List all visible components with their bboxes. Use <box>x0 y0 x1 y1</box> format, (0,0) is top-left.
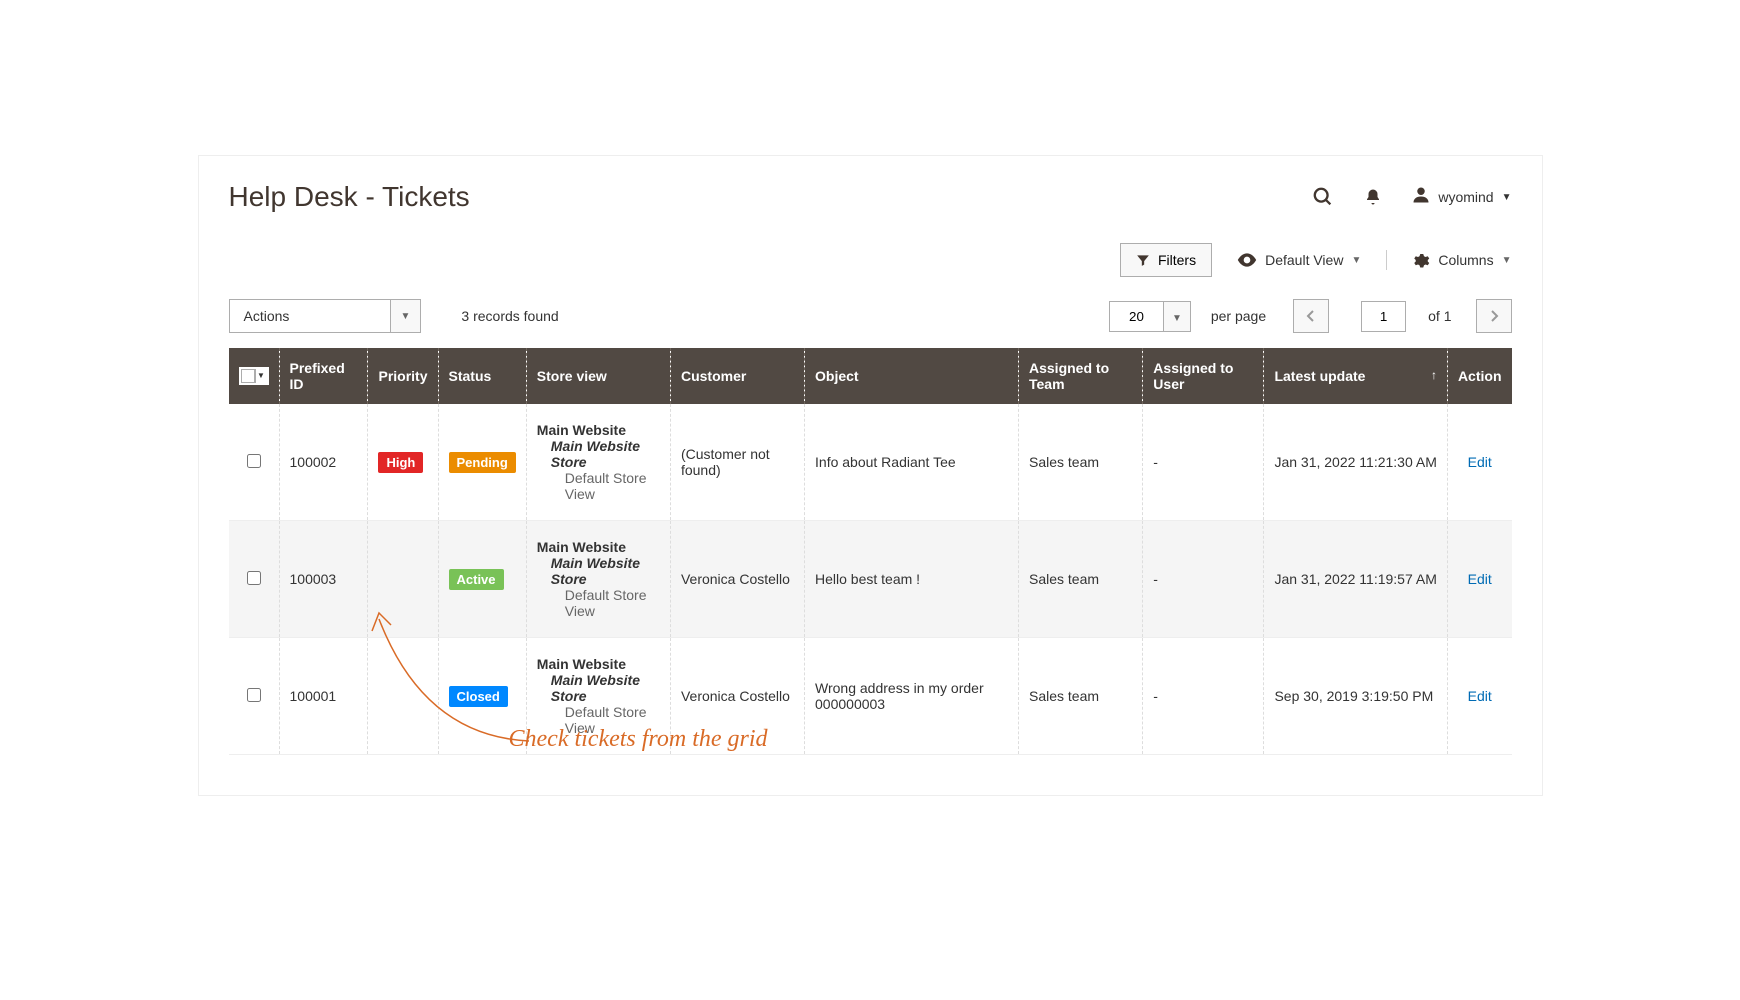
default-view-selector[interactable]: Default View ▼ <box>1237 252 1361 268</box>
col-status[interactable]: Status <box>438 348 526 404</box>
total-pages-label: of 1 <box>1428 308 1451 324</box>
cell-object: Info about Radiant Tee <box>805 404 1019 521</box>
cell-prefixed-id: 100001 <box>279 638 368 755</box>
cell-priority <box>368 521 438 638</box>
cell-assigned-user: - <box>1143 521 1264 638</box>
table-row[interactable]: 100003 Active Main Website Main Website … <box>229 521 1512 638</box>
cell-store-view: Main Website Main Website Store Default … <box>526 521 670 638</box>
filters-button[interactable]: Filters <box>1120 243 1212 277</box>
tickets-table: ▼ Prefixed ID Priority Status Store view… <box>229 348 1512 755</box>
edit-link[interactable]: Edit <box>1468 688 1492 704</box>
col-action: Action <box>1447 348 1511 404</box>
cell-object: Wrong address in my order 000000003 <box>805 638 1019 755</box>
col-assigned-user[interactable]: Assigned to User <box>1143 348 1264 404</box>
cell-prefixed-id: 100002 <box>279 404 368 521</box>
header-checkbox-cell[interactable]: ▼ <box>229 348 280 404</box>
cell-assigned-team: Sales team <box>1019 638 1143 755</box>
store-view: Default Store View <box>537 587 660 619</box>
filters-label: Filters <box>1158 252 1196 268</box>
cell-status: Closed <box>438 638 526 755</box>
chevron-left-icon <box>1306 309 1316 323</box>
store-view: Default Store View <box>537 704 660 736</box>
caret-down-icon: ▼ <box>1172 313 1182 324</box>
filter-icon <box>1136 253 1150 267</box>
status-badge: Active <box>449 569 504 590</box>
cell-customer: Veronica Costello <box>670 638 804 755</box>
actions-toggle[interactable]: ▼ <box>390 300 421 332</box>
col-object[interactable]: Object <box>805 348 1019 404</box>
store-website: Main Website <box>537 656 660 672</box>
per-page-label: per page <box>1211 308 1266 324</box>
cell-priority <box>368 638 438 755</box>
edit-link[interactable]: Edit <box>1468 454 1492 470</box>
cell-assigned-user: - <box>1143 638 1264 755</box>
row-checkbox[interactable] <box>247 688 261 702</box>
page-size-toggle[interactable]: ▼ <box>1164 301 1191 332</box>
row-checkbox[interactable] <box>247 571 261 585</box>
table-row[interactable]: 100002 High Pending Main Website Main We… <box>229 404 1512 521</box>
page-input[interactable] <box>1361 301 1406 332</box>
caret-down-icon: ▼ <box>1502 192 1512 203</box>
store-group: Main Website Store <box>537 438 660 470</box>
cell-store-view: Main Website Main Website Store Default … <box>526 638 670 755</box>
page-size-input[interactable] <box>1109 301 1164 332</box>
actions-label: Actions <box>230 300 390 332</box>
edit-link[interactable]: Edit <box>1468 571 1492 587</box>
columns-selector[interactable]: Columns ▼ <box>1412 251 1511 269</box>
sort-ascending-icon: ↑ <box>1431 368 1437 382</box>
cell-latest-update: Jan 31, 2022 11:19:57 AM <box>1264 521 1447 638</box>
priority-badge: High <box>378 452 423 473</box>
col-customer[interactable]: Customer <box>670 348 804 404</box>
store-website: Main Website <box>537 422 660 438</box>
col-store-view[interactable]: Store view <box>526 348 670 404</box>
store-group: Main Website Store <box>537 672 660 704</box>
col-latest-update[interactable]: Latest update↑ <box>1264 348 1447 404</box>
cell-latest-update: Jan 31, 2022 11:21:30 AM <box>1264 404 1447 521</box>
cell-status: Pending <box>438 404 526 521</box>
divider <box>1386 250 1387 270</box>
cell-prefixed-id: 100003 <box>279 521 368 638</box>
cell-customer: Veronica Costello <box>670 521 804 638</box>
store-view: Default Store View <box>537 470 660 502</box>
default-view-label: Default View <box>1265 252 1343 268</box>
user-icon <box>1412 186 1430 209</box>
caret-down-icon: ▼ <box>1502 255 1512 266</box>
cell-priority: High <box>368 404 438 521</box>
cell-assigned-team: Sales team <box>1019 521 1143 638</box>
store-website: Main Website <box>537 539 660 555</box>
row-checkbox[interactable] <box>247 454 261 468</box>
status-badge: Closed <box>449 686 508 707</box>
cell-assigned-user: - <box>1143 404 1264 521</box>
store-group: Main Website Store <box>537 555 660 587</box>
caret-down-icon[interactable]: ▼ <box>255 369 267 383</box>
caret-down-icon: ▼ <box>401 311 411 322</box>
cell-assigned-team: Sales team <box>1019 404 1143 521</box>
cell-object: Hello best team ! <box>805 521 1019 638</box>
actions-dropdown[interactable]: Actions ▼ <box>229 299 422 333</box>
cell-store-view: Main Website Main Website Store Default … <box>526 404 670 521</box>
cell-status: Active <box>438 521 526 638</box>
select-all-checkbox[interactable] <box>241 369 255 383</box>
page-title: Help Desk - Tickets <box>229 181 470 213</box>
chevron-right-icon <box>1489 309 1499 323</box>
notifications-icon[interactable] <box>1364 188 1382 206</box>
user-menu[interactable]: wyomind ▼ <box>1412 186 1511 209</box>
username-label: wyomind <box>1438 189 1493 205</box>
records-found: 3 records found <box>461 308 558 324</box>
search-icon[interactable] <box>1312 186 1334 208</box>
next-page-button[interactable] <box>1476 299 1512 333</box>
col-prefixed-id[interactable]: Prefixed ID <box>279 348 368 404</box>
table-row[interactable]: 100001 Closed Main Website Main Website … <box>229 638 1512 755</box>
gear-icon <box>1412 251 1430 269</box>
col-priority[interactable]: Priority <box>368 348 438 404</box>
col-assigned-team[interactable]: Assigned to Team <box>1019 348 1143 404</box>
eye-icon <box>1237 253 1257 267</box>
status-badge: Pending <box>449 452 516 473</box>
cell-customer: (Customer not found) <box>670 404 804 521</box>
cell-latest-update: Sep 30, 2019 3:19:50 PM <box>1264 638 1447 755</box>
columns-label: Columns <box>1438 252 1493 268</box>
caret-down-icon: ▼ <box>1351 255 1361 266</box>
prev-page-button[interactable] <box>1293 299 1329 333</box>
